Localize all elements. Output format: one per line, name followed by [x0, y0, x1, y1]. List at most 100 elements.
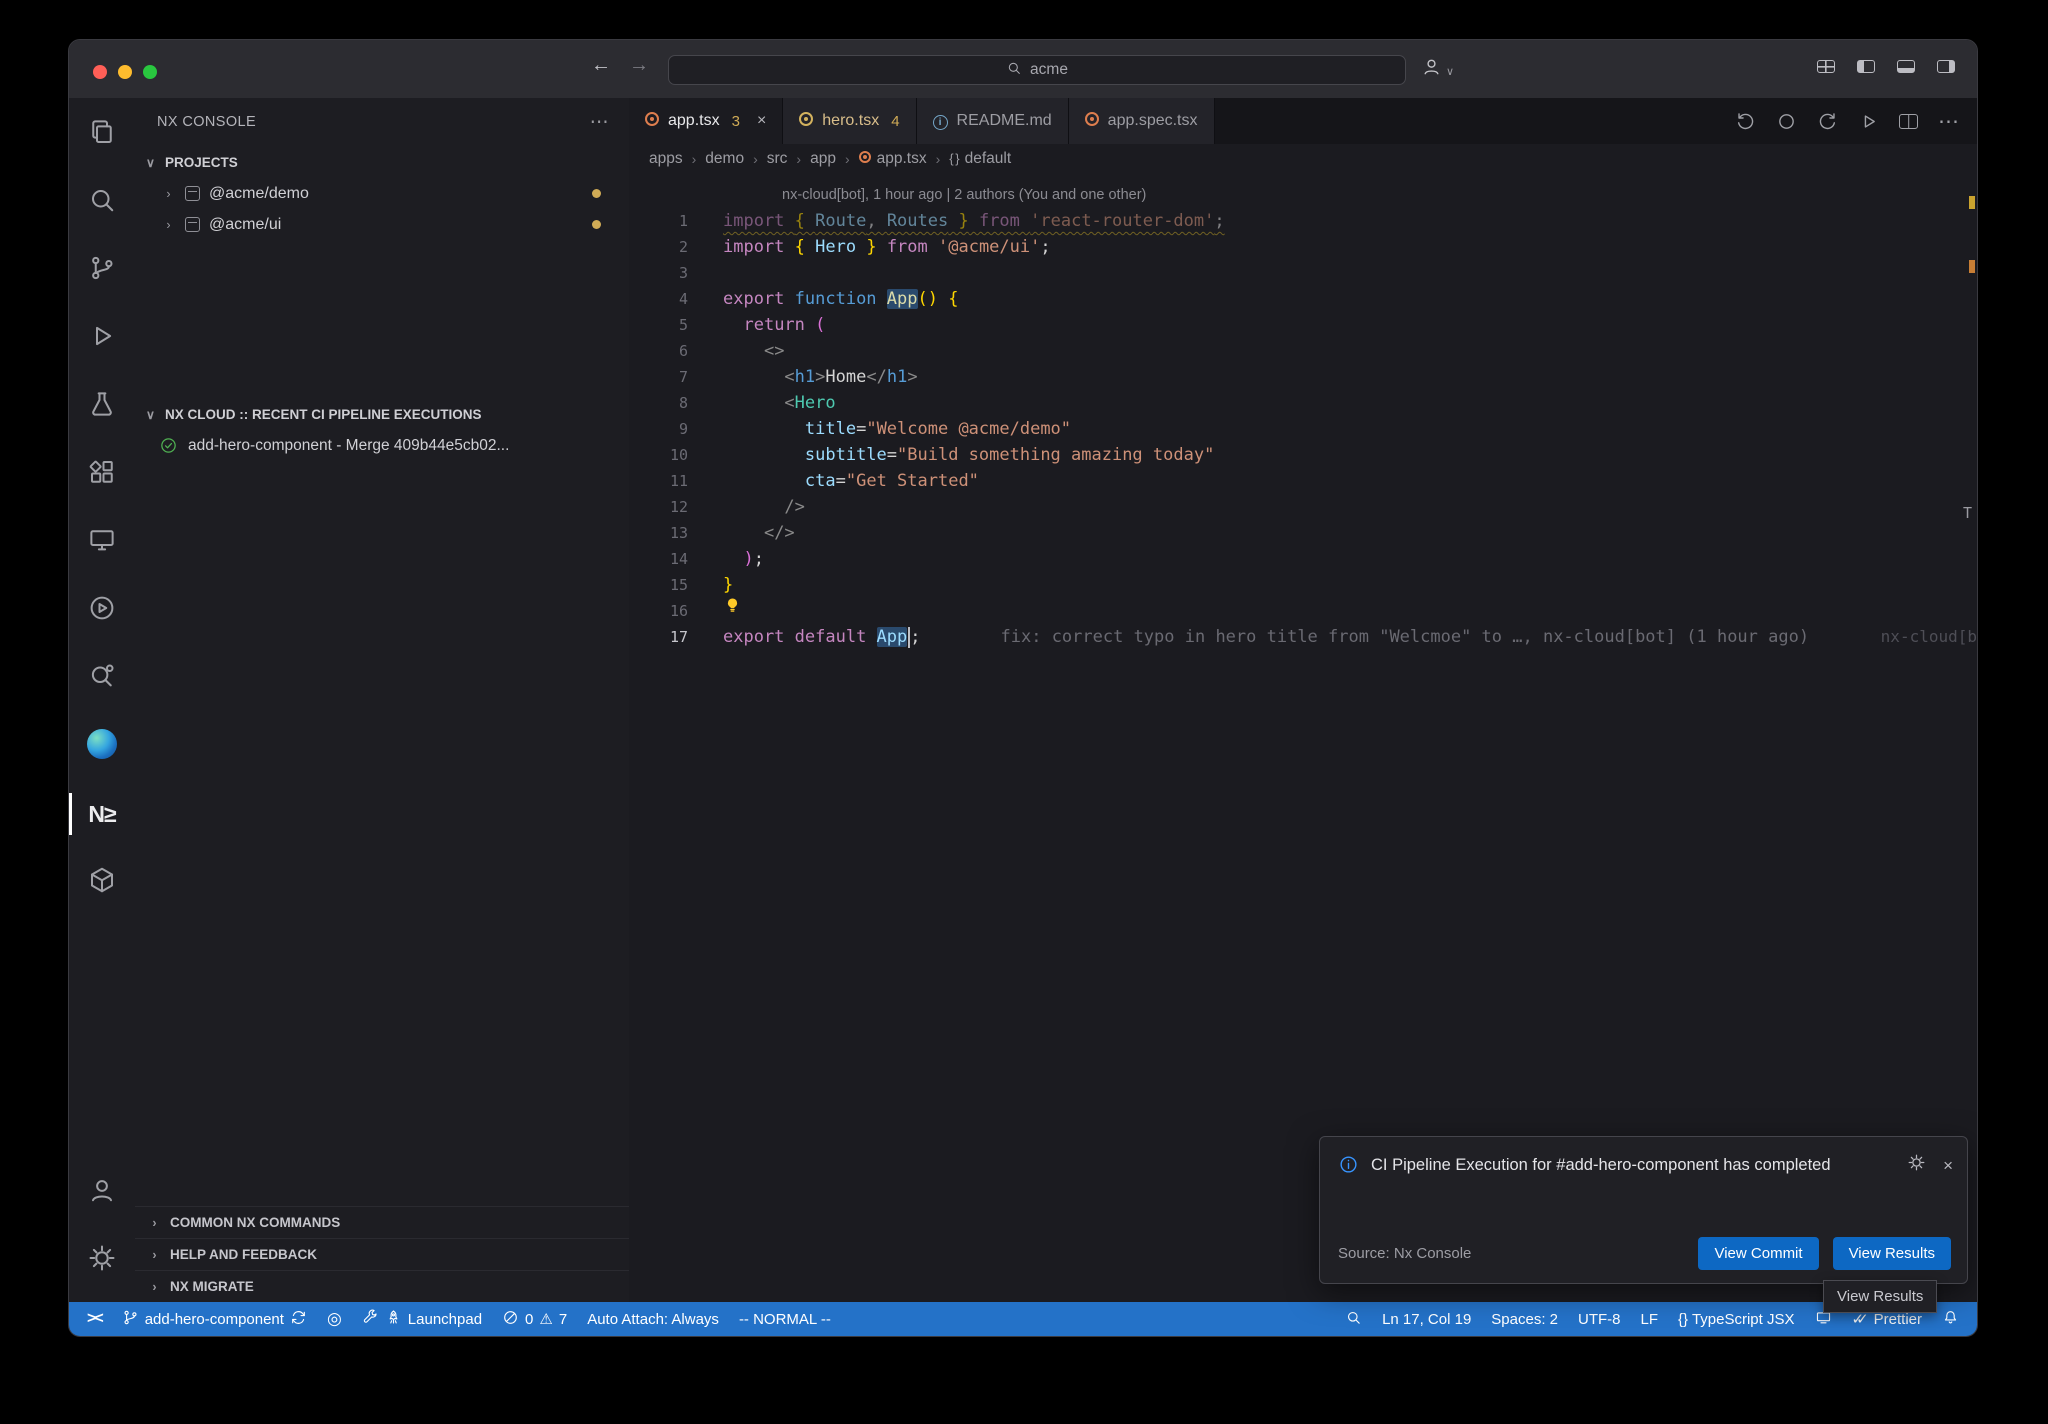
status-cursor-position[interactable]: Ln 17, Col 19 — [1372, 1302, 1481, 1336]
status-extension-indicator[interactable]: ◎ — [317, 1302, 352, 1336]
breadcrumb-app.tsx[interactable]: app.tsx — [859, 150, 927, 168]
status-launchpad[interactable]: Launchpad — [352, 1302, 492, 1336]
package-icon — [185, 186, 200, 201]
history-forward-button[interactable]: → — [629, 54, 649, 77]
vscode-window: ← → acme ∨ N≥ NX CONSOLE ⋯ ∨ PROJECTS ›@… — [68, 39, 1978, 1337]
command-center[interactable]: acme — [668, 55, 1406, 85]
code-line[interactable]: 1import { Route, Routes } from 'react-ro… — [629, 208, 1977, 234]
activity-search[interactable] — [69, 168, 135, 236]
tab-app.spec.tsx[interactable]: app.spec.tsx — [1069, 98, 1215, 144]
status-encoding[interactable]: UTF-8 — [1568, 1302, 1631, 1336]
close-tab-icon[interactable]: × — [757, 112, 766, 130]
code-line[interactable]: 3 — [629, 260, 1977, 286]
status-language-mode[interactable]: {} TypeScript JSX — [1668, 1302, 1804, 1336]
breadcrumb-apps[interactable]: apps — [649, 150, 683, 168]
breadcrumb-src[interactable]: src — [767, 150, 788, 168]
magnifier-icon — [1345, 1309, 1362, 1330]
view-results-button[interactable]: View Results — [1833, 1237, 1951, 1270]
code-line[interactable]: 13 </> — [629, 520, 1977, 546]
activity-manage-settings[interactable] — [69, 1226, 135, 1294]
code-line[interactable]: 12 /> — [629, 494, 1977, 520]
code-line[interactable]: 10 subtitle="Build something amazing tod… — [629, 442, 1977, 468]
split-editor-icon[interactable] — [1899, 114, 1918, 129]
accounts-menu[interactable]: ∨ — [1421, 56, 1454, 82]
activity-explorer[interactable] — [69, 100, 135, 168]
status-indentation[interactable]: Spaces: 2 — [1481, 1302, 1568, 1336]
code-line[interactable]: 15} — [629, 572, 1977, 598]
pipeline-execution-item[interactable]: add-hero-component - Merge 409b44e5cb02.… — [135, 430, 629, 461]
close-window-button[interactable] — [93, 65, 107, 79]
activity-nx-console[interactable]: N≥ — [69, 780, 135, 848]
code-line[interactable]: 14 ); — [629, 546, 1977, 572]
more-actions-icon[interactable]: ⋯ — [1938, 111, 1959, 132]
customize-layout-icon[interactable] — [1817, 60, 1835, 78]
status-problems[interactable]: 0⚠7 — [492, 1302, 577, 1336]
section-help-and-feedback[interactable]: ›HELP AND FEEDBACK — [135, 1238, 629, 1270]
breadcrumb-default[interactable]: { }default — [949, 150, 1011, 168]
toggle-secondary-sidebar-icon[interactable] — [1937, 60, 1955, 78]
section-label: PROJECTS — [165, 155, 238, 170]
section-common-nx-commands[interactable]: › COMMON NX COMMANDS — [135, 1206, 629, 1238]
breadcrumb-app[interactable]: app — [810, 150, 836, 168]
code-line[interactable]: 17export default App;fix: correct typo i… — [629, 624, 1977, 650]
toggle-primary-sidebar-icon[interactable] — [1857, 60, 1875, 78]
lightbulb-icon[interactable] — [723, 596, 742, 623]
nav-forward-icon[interactable] — [1817, 111, 1838, 132]
notification-close-icon[interactable]: × — [1943, 1157, 1953, 1174]
code-line[interactable]: 9 title="Welcome @acme/demo" — [629, 416, 1977, 442]
section-projects[interactable]: ∨ PROJECTS — [135, 146, 629, 178]
activity-testing[interactable] — [69, 372, 135, 440]
activity-extensions[interactable] — [69, 440, 135, 508]
outline-icon[interactable] — [1776, 111, 1797, 132]
code-line[interactable]: 8 <Hero — [629, 390, 1977, 416]
activity-accounts[interactable] — [69, 1158, 135, 1226]
minimize-window-button[interactable] — [118, 65, 132, 79]
project-label: @acme/demo — [209, 185, 309, 203]
tab-app.tsx[interactable]: app.tsx3× — [629, 98, 783, 144]
history-back-button[interactable]: ← — [591, 54, 611, 77]
notification-settings-icon[interactable] — [1907, 1153, 1926, 1177]
source-control-icon — [87, 253, 117, 288]
tab-hero.tsx[interactable]: hero.tsx4 — [783, 98, 916, 144]
code-line[interactable]: 6 <> — [629, 338, 1977, 364]
sidebar-more-actions[interactable]: ⋯ — [590, 111, 609, 134]
status-notifications-bell[interactable] — [1932, 1302, 1969, 1336]
code-line[interactable]: 2import { Hero } from '@acme/ui'; — [629, 234, 1977, 260]
status-eol[interactable]: LF — [1631, 1302, 1669, 1336]
chevron-right-icon: › — [161, 187, 176, 201]
breadcrumb-demo[interactable]: demo — [705, 150, 744, 168]
toggle-panel-icon[interactable] — [1897, 60, 1915, 78]
status-zoom[interactable] — [1335, 1302, 1372, 1336]
activity-source-control[interactable] — [69, 236, 135, 304]
activity-search-editor[interactable] — [69, 644, 135, 712]
nav-back-icon[interactable] — [1735, 111, 1756, 132]
activity-run-tasks[interactable] — [69, 576, 135, 644]
code-line[interactable]: 5 return ( — [629, 312, 1977, 338]
status-git-branch[interactable]: add-hero-component — [112, 1302, 317, 1336]
section-nx-cloud[interactable]: ∨ NX CLOUD :: RECENT CI PIPELINE EXECUTI… — [135, 398, 629, 430]
code-line[interactable]: 11 cta="Get Started" — [629, 468, 1977, 494]
code-line[interactable]: 16 — [629, 598, 1977, 624]
section-nx-migrate[interactable]: ›NX MIGRATE — [135, 1270, 629, 1302]
activity-remote-explorer[interactable] — [69, 508, 135, 576]
view-commit-button[interactable]: View Commit — [1698, 1237, 1818, 1270]
extensions-icon — [87, 457, 117, 492]
code-editor[interactable]: nx-cloud[bot], 1 hour ago | 2 authors (Y… — [629, 174, 1977, 1302]
account-icon — [87, 1175, 117, 1210]
section-label: COMMON NX COMMANDS — [170, 1215, 340, 1230]
tab-README.md[interactable]: iREADME.md — [917, 98, 1069, 144]
activity-run-and-debug[interactable] — [69, 304, 135, 372]
code-line[interactable]: 7 <h1>Home</h1> — [629, 364, 1977, 390]
codelens[interactable]: nx-cloud[bot], 1 hour ago | 2 authors (Y… — [782, 182, 1146, 208]
activity-edge-browser[interactable] — [69, 712, 135, 780]
maximize-window-button[interactable] — [143, 65, 157, 79]
run-file-icon[interactable] — [1858, 111, 1879, 132]
project-item-@acme/demo[interactable]: › @acme/demo — [135, 178, 629, 209]
chevron-right-icon: › — [147, 1216, 162, 1230]
project-item-@acme/ui[interactable]: ›@acme/ui — [135, 209, 629, 240]
code-line[interactable]: 4export function App() { — [629, 286, 1977, 312]
status-auto-attach[interactable]: Auto Attach: Always — [577, 1302, 729, 1336]
status-remote[interactable]: >< — [77, 1302, 112, 1336]
activity-containers[interactable] — [69, 848, 135, 916]
status-vim-mode[interactable]: -- NORMAL -- — [729, 1302, 841, 1336]
